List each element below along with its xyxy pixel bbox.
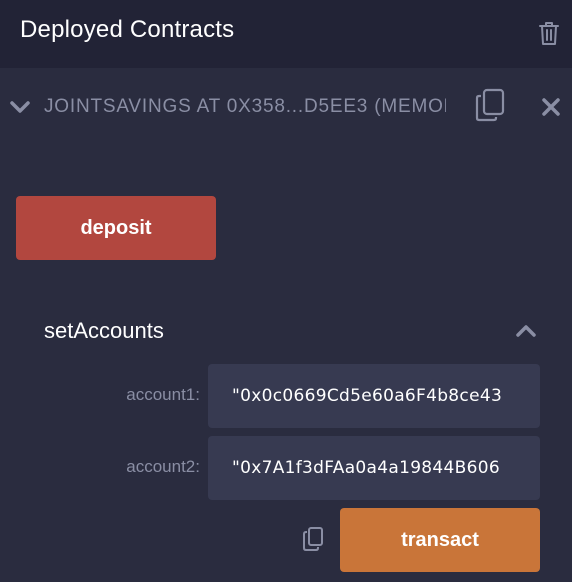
account2-label: account2: <box>126 457 200 476</box>
chevron-down-icon[interactable] <box>8 96 32 118</box>
deployed-contracts-panel: Deployed Contracts JOINTSAVINGS AT 0X358… <box>0 0 572 582</box>
close-icon[interactable] <box>541 97 561 117</box>
account1-input[interactable] <box>208 364 540 428</box>
panel-title: Deployed Contracts <box>20 16 235 43</box>
copy-icon[interactable] <box>302 526 324 552</box>
chevron-up-icon[interactable] <box>515 322 537 338</box>
account2-input[interactable] <box>208 436 540 500</box>
contract-instance-name[interactable]: JOINTSAVINGS AT 0X358...D5EE3 (MEMORY) <box>44 96 446 122</box>
set-accounts-title[interactable]: setAccounts <box>44 318 164 344</box>
deposit-button[interactable]: deposit <box>16 196 216 260</box>
copy-icon[interactable] <box>475 88 505 122</box>
account1-label: account1: <box>126 385 200 404</box>
trash-icon[interactable] <box>537 20 561 46</box>
panel-header: Deployed Contracts <box>0 0 572 68</box>
transact-button[interactable]: transact <box>340 508 540 572</box>
